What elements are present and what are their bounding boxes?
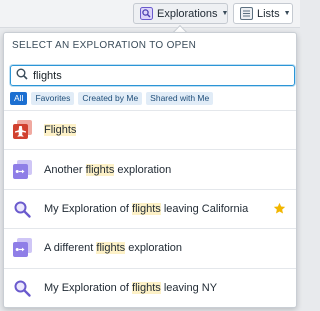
exploration-list: Flights Another flights exploration My E… <box>4 110 296 307</box>
match-highlight: flights <box>85 163 115 176</box>
lists-label: Lists <box>257 7 280 20</box>
list-icon <box>240 7 253 20</box>
filter-shared-with-me[interactable]: Shared with Me <box>146 92 214 105</box>
filter-all[interactable]: All <box>10 92 28 105</box>
search-exploration-icon <box>140 7 153 20</box>
match-highlight: flights <box>132 202 161 215</box>
object-link-icon <box>12 237 34 259</box>
airplane-icon <box>12 119 34 141</box>
search-input[interactable] <box>33 69 273 82</box>
favorite-star-icon[interactable] <box>273 202 286 218</box>
filter-created-by-me[interactable]: Created by Me <box>78 92 143 105</box>
explorations-button[interactable]: Explorations ▼ <box>133 3 228 24</box>
filter-chips: All Favorites Created by Me Shared with … <box>10 92 214 105</box>
list-item-label: A different flights exploration <box>44 242 183 255</box>
toolbar: Explorations ▼ Lists ▼ <box>0 0 300 28</box>
match-highlight: flights <box>132 281 161 294</box>
list-item-label: Another flights exploration <box>44 163 172 176</box>
match-highlight: flights <box>96 242 126 255</box>
list-item-label: My Exploration of flights leaving NY <box>44 281 218 294</box>
match-highlight: Flights <box>44 124 77 137</box>
filter-favorites[interactable]: Favorites <box>31 92 75 105</box>
list-item[interactable]: Flights <box>4 110 296 149</box>
search-box[interactable] <box>10 65 295 86</box>
caret-down-icon: ▼ <box>221 10 229 17</box>
explorations-label: Explorations <box>157 7 218 20</box>
search-icon <box>16 68 28 83</box>
search-exploration-icon <box>12 277 34 299</box>
object-link-icon <box>12 159 34 181</box>
list-item-label: Flights <box>44 124 77 137</box>
list-item[interactable]: My Exploration of flights leaving Califo… <box>4 188 296 228</box>
exploration-picker-popover: SELECT AN EXPLORATION TO OPEN All Favori… <box>3 32 297 308</box>
search-exploration-icon <box>12 198 34 220</box>
list-item-label: My Exploration of flights leaving Califo… <box>44 202 249 215</box>
list-item[interactable]: A different flights exploration <box>4 228 296 267</box>
popover-title: SELECT AN EXPLORATION TO OPEN <box>12 40 197 51</box>
lists-button[interactable]: Lists ▼ <box>233 3 293 24</box>
caret-down-icon: ▼ <box>283 10 291 17</box>
list-item[interactable]: My Exploration of flights leaving NY <box>4 267 296 307</box>
list-item[interactable]: Another flights exploration <box>4 149 296 188</box>
